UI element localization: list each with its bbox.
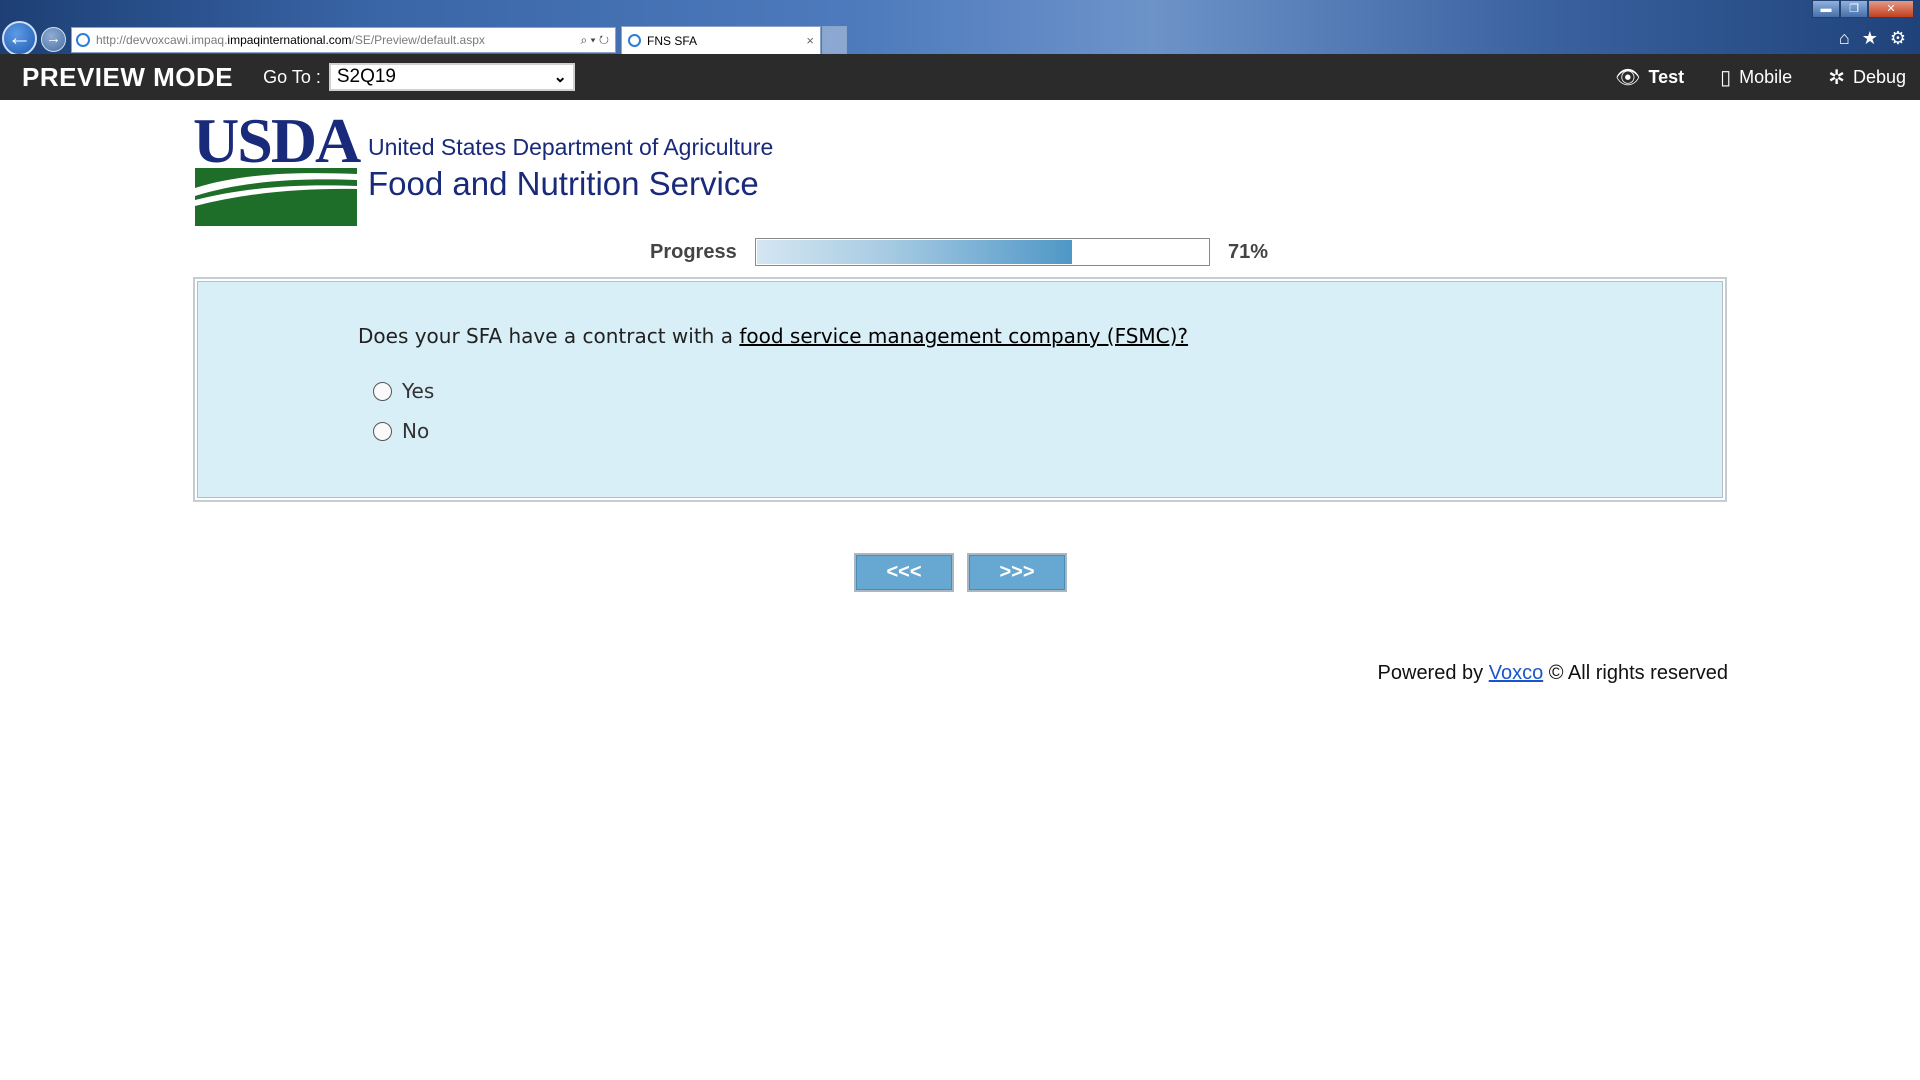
- bug-icon: ✲: [1828, 66, 1845, 89]
- voxco-link[interactable]: Voxco: [1489, 662, 1543, 684]
- progress-percent: 71%: [1228, 241, 1269, 263]
- radio-no[interactable]: [373, 421, 392, 441]
- url-path: /SE/Preview/default.aspx: [351, 33, 485, 47]
- tab-close-icon[interactable]: ×: [806, 33, 814, 48]
- test-label: Test: [1648, 66, 1685, 87]
- footer: Powered by Voxco © All rights reserved: [1378, 662, 1728, 685]
- agency-service-name: Food and Nutrition Service: [368, 165, 759, 202]
- tab-favicon-icon: [628, 34, 641, 47]
- fsmc-definition-link[interactable]: food service management company (FSMC)?: [739, 324, 1188, 348]
- minimize-button[interactable]: ▬: [1812, 0, 1840, 18]
- preview-toolbar: PREVIEW MODE Go To : S2Q19 ⌄ 👁 Test ▯ Mo…: [0, 54, 1920, 100]
- question-panel-inner: Does your SFA have a contract with a foo…: [197, 281, 1723, 498]
- url-domain: impaqinternational.com: [227, 33, 352, 47]
- settings-gear-icon[interactable]: ⚙: [1890, 28, 1906, 49]
- new-tab-button[interactable]: [822, 26, 847, 54]
- browser-tools: ⌂ ★ ⚙: [1839, 28, 1906, 49]
- question-prompt: Does your SFA have a contract with a: [358, 324, 740, 348]
- search-refresh-icons[interactable]: ⌕ ▾ ↻: [574, 33, 615, 48]
- preview-mode-title: PREVIEW MODE: [22, 61, 234, 92]
- tab-title: FNS SFA: [647, 33, 698, 48]
- footer-suffix: © All rights reserved: [1543, 662, 1728, 684]
- preview-tools: 👁 Test ▯ Mobile ✲ Debug: [1615, 65, 1906, 90]
- debug-mode-button[interactable]: ✲ Debug: [1828, 65, 1906, 90]
- eye-icon: 👁: [1615, 66, 1641, 89]
- footer-prefix: Powered by: [1377, 662, 1489, 684]
- progress-bar-fill: [757, 240, 1072, 264]
- maximize-button[interactable]: ❐: [1840, 0, 1868, 18]
- chevron-down-icon: ⌄: [553, 69, 567, 86]
- home-icon[interactable]: ⌂: [1839, 28, 1850, 49]
- window-controls: ▬ ❐ ✕: [1812, 0, 1914, 18]
- back-button[interactable]: ←: [2, 21, 37, 56]
- progress-label: Progress: [650, 241, 737, 263]
- forward-button[interactable]: →: [41, 27, 66, 52]
- question-panel: Does your SFA have a contract with a foo…: [193, 277, 1727, 502]
- browser-chrome: ← → http://devvoxcawi.impaq.impaqinterna…: [0, 0, 1920, 56]
- mobile-icon: ▯: [1720, 66, 1732, 89]
- next-button[interactable]: >>>: [967, 553, 1067, 592]
- previous-button[interactable]: <<<: [854, 553, 954, 592]
- url-prefix: http://devvoxcawi.impaq.: [96, 33, 228, 47]
- usda-logo-text: USDA: [193, 105, 361, 176]
- goto-select[interactable]: S2Q19 ⌄: [328, 63, 575, 91]
- question-text: Does your SFA have a contract with a foo…: [358, 324, 1188, 348]
- address-url[interactable]: http://devvoxcawi.impaq.impaqinternation…: [96, 33, 574, 47]
- ie-page-icon: [76, 33, 90, 47]
- mobile-label: Mobile: [1739, 66, 1793, 87]
- browser-tab[interactable]: FNS SFA ×: [621, 26, 821, 54]
- mobile-mode-button[interactable]: ▯ Mobile: [1720, 65, 1792, 90]
- close-window-button[interactable]: ✕: [1868, 0, 1914, 18]
- progress-bar: [755, 238, 1210, 266]
- option-yes-label: Yes: [402, 379, 435, 403]
- goto-selected-value: S2Q19: [336, 66, 396, 87]
- forward-arrow-icon: →: [46, 30, 61, 47]
- goto-label: Go To :: [263, 66, 321, 87]
- usda-logo: USDA United States Department of Agricul…: [193, 105, 773, 226]
- favorites-star-icon[interactable]: ★: [1862, 28, 1878, 49]
- back-arrow-icon: ←: [7, 24, 32, 51]
- usda-field-graphic: [195, 168, 357, 226]
- option-no[interactable]: No: [373, 419, 429, 443]
- address-bar[interactable]: http://devvoxcawi.impaq.impaqinternation…: [71, 27, 616, 53]
- option-no-label: No: [402, 419, 430, 443]
- progress-row: Progress 71%: [193, 238, 1727, 268]
- agency-department-name: United States Department of Agriculture: [368, 134, 774, 160]
- option-yes[interactable]: Yes: [373, 379, 434, 403]
- radio-yes[interactable]: [373, 381, 392, 401]
- test-mode-button[interactable]: 👁 Test: [1615, 65, 1684, 90]
- debug-label: Debug: [1852, 66, 1906, 87]
